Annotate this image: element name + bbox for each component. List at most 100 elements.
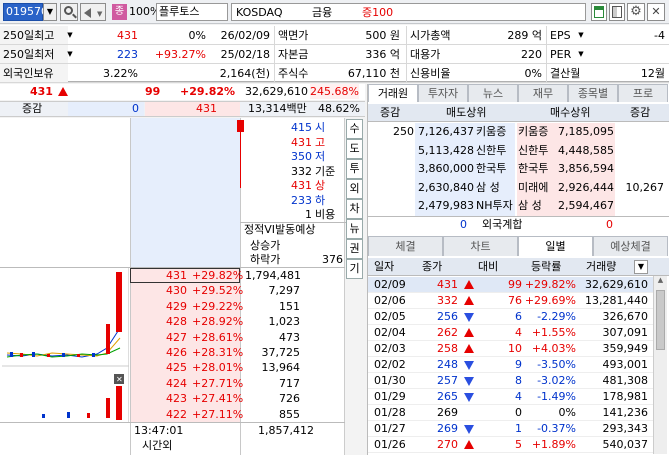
bid-rate: +28.31% xyxy=(192,346,244,359)
broker-buy-name[interactable]: 한국투 xyxy=(518,161,548,176)
info-dropdown-icon[interactable]: ▼ xyxy=(65,29,75,41)
new-window-button[interactable] xyxy=(591,3,607,21)
daily-date[interactable]: 02/06 xyxy=(374,293,406,308)
daily-close: 270 xyxy=(437,438,458,451)
info-value: 3.22% xyxy=(103,67,138,80)
info-dropdown-icon[interactable]: ▼ xyxy=(576,48,586,60)
side-button[interactable]: 투 xyxy=(346,159,363,179)
side-button[interactable]: 권 xyxy=(346,239,363,259)
info-date: 25/02/18 xyxy=(220,48,270,61)
daily-volume: 141,236 xyxy=(602,406,649,419)
broker-sell-qty: 2,479,983 xyxy=(418,199,474,212)
lower-tab[interactable]: 일별 xyxy=(518,236,593,256)
range-bar-line xyxy=(240,124,241,188)
bid-price[interactable]: 423 xyxy=(132,391,187,406)
info-value: 336 억 xyxy=(365,48,400,61)
daily-date[interactable]: 02/09 xyxy=(374,277,406,292)
lower-tab[interactable]: 예상체결 xyxy=(593,236,668,256)
delta-price: 431 xyxy=(196,102,217,115)
broker-tab[interactable]: 뉴스 xyxy=(468,84,518,102)
broker-sell-name[interactable]: 한국투 xyxy=(476,161,506,176)
broker-buy-name[interactable]: 삼 성 xyxy=(518,198,542,213)
side-button[interactable]: 기 xyxy=(346,259,363,279)
broker-buy-name[interactable]: 키움증 xyxy=(518,124,548,139)
broker-delta2 xyxy=(616,161,664,176)
split-button[interactable] xyxy=(609,3,625,21)
broker-sell-name[interactable]: 삼 성 xyxy=(476,180,500,195)
info-dropdown-icon[interactable]: ▼ xyxy=(576,29,586,41)
broker-sell-name[interactable]: NH투자 xyxy=(476,198,513,213)
daily-close: 262 xyxy=(437,326,458,339)
foreign-sell: 0 xyxy=(460,218,467,231)
bid-price[interactable]: 424 xyxy=(132,376,187,391)
bid-rate: +28.92% xyxy=(192,315,244,329)
broker-sell-name[interactable]: 신한투 xyxy=(476,143,506,158)
broker-tab[interactable]: 프로 xyxy=(618,84,668,102)
vi-up-label: 상승가 xyxy=(250,239,281,252)
broker-tab[interactable]: 재무 xyxy=(518,84,568,102)
bid-price[interactable]: 422 xyxy=(132,407,187,422)
broker-sell-name[interactable]: 키움증 xyxy=(476,124,506,139)
broker-delta1 xyxy=(368,143,414,158)
bid-price[interactable]: 428 xyxy=(132,314,187,329)
bid-quantity: 13,964 xyxy=(261,361,301,375)
stat-value: 431 xyxy=(291,179,312,192)
daily-date[interactable]: 02/04 xyxy=(374,325,406,340)
lower-tab[interactable]: 체결 xyxy=(368,236,443,256)
daily-close: 257 xyxy=(437,374,458,387)
daily-volume: 493,001 xyxy=(602,358,649,371)
daily-date[interactable]: 01/27 xyxy=(374,421,406,436)
bid-price[interactable]: 426 xyxy=(132,345,187,360)
broker-delta2 xyxy=(616,143,664,158)
daily-dropdown-button[interactable]: ▼ xyxy=(634,260,648,274)
daily-date[interactable]: 02/05 xyxy=(374,309,406,324)
stat-value: 1 xyxy=(305,208,312,221)
broker-buy-name[interactable]: 신한투 xyxy=(518,143,548,158)
lower-tab[interactable]: 차트 xyxy=(443,236,518,256)
daily-date[interactable]: 02/03 xyxy=(374,341,406,356)
bid-price[interactable]: 431 xyxy=(132,268,187,283)
daily-change: 0 xyxy=(515,406,522,419)
side-button[interactable]: 외 xyxy=(346,179,363,199)
orderbook-total: 1,857,412 xyxy=(258,424,314,437)
search-button[interactable] xyxy=(60,3,78,21)
stat-label: 하 xyxy=(315,193,326,207)
broker-buy-qty: 2,926,444 xyxy=(558,180,614,194)
daily-scrollbar[interactable]: ▲ xyxy=(653,276,667,454)
info-rate xyxy=(140,66,206,81)
scroll-up-icon[interactable]: ▲ xyxy=(654,276,667,288)
stat-value: 415 xyxy=(291,121,312,134)
code-dropdown-button[interactable]: ▼ xyxy=(43,3,57,21)
stock-code-input[interactable]: 019570 xyxy=(3,3,48,21)
bid-price[interactable]: 429 xyxy=(132,299,187,314)
info-value: 289 억 xyxy=(507,29,542,42)
daily-date[interactable]: 01/29 xyxy=(374,389,406,404)
info-dropdown-icon[interactable]: ▼ xyxy=(65,48,75,60)
broker-tab[interactable]: 거래원 xyxy=(368,84,418,102)
bid-price[interactable]: 430 xyxy=(132,283,187,298)
daily-date[interactable]: 01/28 xyxy=(374,405,406,420)
info-rate: 0% xyxy=(188,29,206,42)
daily-change: 99 xyxy=(508,278,522,291)
daily-volume: 540,037 xyxy=(602,438,649,451)
bid-price[interactable]: 425 xyxy=(132,360,187,375)
bid-rate: +29.82% xyxy=(192,269,244,282)
stat-label: 저 xyxy=(315,150,326,163)
broker-tab[interactable]: 투자자 xyxy=(418,84,468,102)
sound-button[interactable]: ▼ xyxy=(80,3,106,21)
bid-price[interactable]: 427 xyxy=(132,330,187,345)
split-icon xyxy=(612,6,622,18)
settings-button[interactable]: ⚙ xyxy=(627,3,645,21)
side-button[interactable]: 수 xyxy=(346,119,363,139)
stock-info-bar xyxy=(231,3,586,21)
daily-date[interactable]: 02/02 xyxy=(374,357,406,372)
side-button[interactable]: 뉴 xyxy=(346,219,363,239)
broker-buy-name[interactable]: 미래에 xyxy=(518,180,548,195)
daily-date[interactable]: 01/26 xyxy=(374,437,406,452)
broker-tab[interactable]: 종목별 xyxy=(568,84,618,102)
daily-date[interactable]: 01/30 xyxy=(374,373,406,388)
close-button[interactable]: ✕ xyxy=(647,3,665,21)
scroll-thumb[interactable] xyxy=(656,290,665,350)
side-button[interactable]: 차 xyxy=(346,199,363,219)
side-button[interactable]: 도 xyxy=(346,139,363,159)
